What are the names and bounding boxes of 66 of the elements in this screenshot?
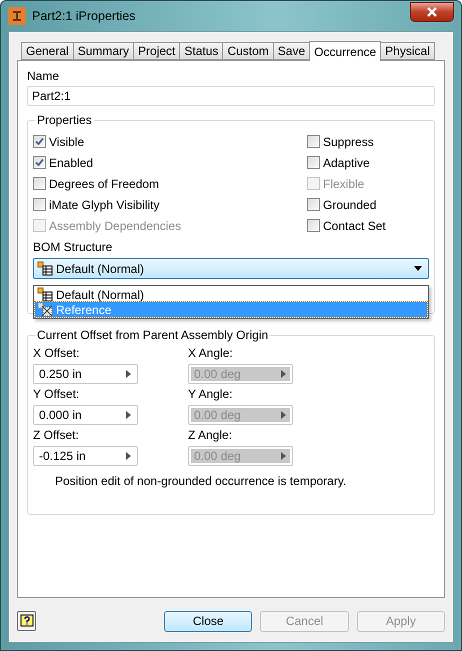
checkbox-row[interactable]: Degrees of Freedom — [33, 173, 307, 194]
name-field[interactable]: Part2:1 — [27, 86, 435, 106]
checkbox[interactable] — [33, 135, 46, 148]
checkbox-label: Degrees of Freedom — [49, 176, 160, 190]
spin-arrow-icon[interactable] — [280, 370, 286, 378]
checkbox-label: Assembly Dependencies — [49, 218, 182, 232]
group-title: Current Offset from Parent Assembly Origin — [36, 328, 270, 342]
checkbox-row[interactable]: Grounded — [307, 194, 429, 215]
spin-field[interactable]: 0.250 in — [33, 364, 138, 384]
structure-icon — [37, 261, 53, 276]
field-label: Y Angle: — [188, 387, 234, 401]
checkbox-row[interactable]: Adaptive — [307, 152, 429, 173]
checkbox-row[interactable]: Enabled — [33, 152, 307, 173]
help-icon — [20, 614, 34, 628]
field-label: Y Offset: — [33, 387, 80, 401]
checkbox[interactable] — [307, 156, 320, 169]
checkbox-label: Grounded — [323, 198, 376, 212]
checkbox[interactable] — [33, 177, 46, 190]
checkbox-label: Enabled — [49, 156, 94, 170]
tab[interactable]: Project — [133, 42, 180, 60]
checkbox-label: Contact Set — [323, 218, 386, 232]
close-icon — [426, 6, 438, 16]
tab[interactable]: Save — [272, 42, 310, 60]
spin-field[interactable]: 0.000 in — [33, 405, 138, 425]
group-title: Properties — [36, 113, 93, 127]
checkbox-row[interactable]: Suppress — [307, 131, 429, 152]
dropdown-option[interactable]: Default (Normal) — [35, 287, 427, 302]
dialog-button[interactable]: Close — [164, 610, 252, 632]
field-label: X Offset: — [33, 346, 80, 360]
checkbox[interactable] — [307, 198, 320, 211]
checkbox[interactable] — [307, 135, 320, 148]
spin-arrow-icon[interactable] — [280, 452, 286, 460]
checkbox-row[interactable]: iMate Glyph Visibility — [33, 194, 307, 215]
checkbox-row[interactable]: Contact Set — [307, 215, 429, 236]
field-label: Z Offset: — [33, 428, 80, 442]
tab[interactable]: Summary — [72, 42, 134, 60]
spin-field[interactable]: -0.125 in — [33, 446, 138, 466]
checkbox-label: Flexible — [323, 176, 364, 190]
checkbox-label: Adaptive — [323, 156, 370, 170]
checkbox-label: iMate Glyph Visibility — [49, 198, 160, 212]
spin-arrow-icon[interactable] — [280, 411, 286, 419]
checkbox-row[interactable]: Visible — [33, 131, 307, 152]
checkbox-label: Suppress — [323, 134, 374, 148]
tab[interactable]: Occurrence — [309, 41, 382, 61]
spin-arrow-icon[interactable] — [126, 452, 130, 460]
tab[interactable]: Status — [179, 42, 224, 60]
tab[interactable]: General — [21, 42, 74, 60]
bom-label: BOM Structure — [33, 240, 114, 254]
app-icon — [8, 7, 26, 25]
spin-arrow-icon[interactable] — [126, 370, 130, 378]
field-label: X Angle: — [188, 346, 234, 360]
checkbox[interactable] — [33, 156, 46, 169]
help-button[interactable] — [17, 611, 36, 631]
window-title: Part2:1 iProperties — [32, 9, 136, 23]
close-button[interactable] — [410, 2, 454, 22]
spin-arrow-icon[interactable] — [126, 411, 130, 419]
bom-dropdown[interactable]: Default (Normal) — [33, 258, 429, 279]
checkbox[interactable] — [33, 198, 46, 211]
field-label: Z Angle: — [188, 428, 234, 442]
note-text: Position edit of non-grounded occurrence is temporary. — [55, 474, 348, 488]
tab[interactable]: Custom — [222, 42, 274, 60]
checkbox-label: Visible — [49, 134, 84, 148]
tab[interactable]: Physical — [380, 42, 435, 60]
caret-icon — [414, 266, 422, 271]
name-label: Name — [27, 69, 60, 83]
checkbox[interactable] — [307, 219, 320, 232]
